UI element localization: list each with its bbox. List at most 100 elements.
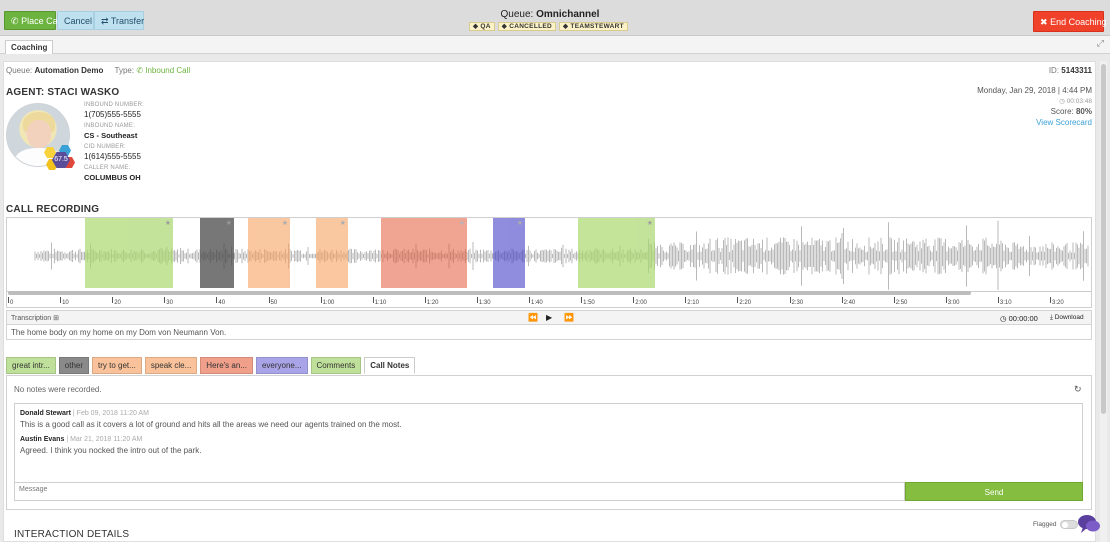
playback-time: ◷ 00:00:00 [1000, 314, 1038, 323]
place-call-button[interactable]: ✆ Place Call [4, 11, 62, 30]
call-meta: Queue: Automation Demo Type: ✆ Inbound C… [6, 66, 191, 75]
download-icon: ⤓ [1050, 314, 1053, 321]
tick-label: 1:50 [583, 300, 595, 306]
caller-name-label: CALLER NAME: [84, 165, 131, 171]
flagged-label: Flagged [1033, 521, 1057, 528]
tick-label: 1:20 [426, 300, 439, 306]
comment-text: Agreed. I think you nocked the intro out… [20, 446, 202, 455]
tick-label: 30 [166, 300, 173, 306]
inbound-name-value: CS - Southeast [84, 131, 138, 140]
play-icon[interactable]: ▶ [546, 313, 552, 322]
transcription-text: The home body on my home on my Dom von N… [6, 324, 1092, 340]
cid-number-label: CID NUMBER: [84, 144, 126, 150]
star-icon: ★ [458, 220, 465, 227]
cid-number-value: 1(614)555-5555 [84, 152, 141, 161]
tick-label: 0 [10, 300, 14, 306]
star-icon: ★ [646, 220, 653, 227]
tick-mark [8, 297, 9, 303]
rewind-icon[interactable]: ⏪ [528, 313, 538, 322]
call-recording-title: CALL RECORDING [6, 204, 100, 215]
tab-segment-1[interactable]: other [58, 357, 90, 374]
end-coaching-button[interactable]: ✖ End Coaching [1033, 11, 1107, 32]
tag-badge: ◆ QA [469, 22, 495, 31]
tick-mark [893, 297, 895, 303]
tick-label: 1:30 [478, 300, 491, 306]
forward-icon[interactable]: ⏩ [564, 313, 574, 322]
tag-icon: ◆ [501, 23, 508, 30]
playback-controls: Transcription ⊞ ⏪ ▶ ⏩ ◷ 00:00:00 ⤓ Downl… [6, 310, 1092, 325]
segment-3[interactable]: ★ [316, 218, 348, 288]
comment-author: Donald Stewart | Feb 09, 2018 11:20 AM [20, 410, 149, 417]
tab-comments[interactable]: Comments [310, 357, 362, 374]
flagged-toggle[interactable] [1060, 520, 1078, 529]
tick-label: 2:20 [739, 300, 752, 306]
segment-1[interactable]: ★ [200, 218, 234, 288]
tick-label: 2:10 [687, 300, 699, 306]
agent-title: AGENT: STACI WASKO [6, 87, 120, 98]
tab-segment-5[interactable]: everyone... [255, 357, 308, 374]
segment-5[interactable]: ★ [493, 218, 525, 288]
download-button[interactable]: ⤓ Download [1050, 314, 1084, 322]
cancel-button[interactable]: Cancel [57, 11, 94, 30]
call-datetime: Monday, Jan 29, 2018 | 4:44 PM [977, 86, 1092, 95]
message-input[interactable]: Message [14, 482, 905, 501]
send-button[interactable]: Send [905, 482, 1083, 501]
inbound-name-label: INBOUND NAME: [84, 123, 135, 129]
star-icon: ★ [225, 220, 232, 227]
tick-mark [164, 297, 166, 303]
tick-mark [945, 297, 947, 303]
tick-mark [737, 297, 739, 303]
tab-segment-4[interactable]: Here's an... [200, 357, 253, 374]
seek-bar[interactable] [8, 291, 971, 295]
tick-mark [685, 297, 687, 303]
tick-label: 40 [218, 300, 226, 306]
tick-mark [581, 297, 583, 303]
tab-call-notes[interactable]: Call Notes [364, 357, 416, 374]
tick-mark [529, 297, 530, 303]
tick-mark [60, 297, 62, 303]
refresh-icon[interactable]: ↻ [1074, 384, 1082, 395]
tick-label: 2:40 [843, 300, 856, 306]
tag-icon: ◆ [563, 23, 569, 30]
tab-segment-2[interactable]: try to get... [92, 357, 142, 374]
queue-tags: ◆ QA ◆ CANCELLED ◆ TEAMSTEWART [469, 22, 628, 31]
tab-segment-0[interactable]: great intr... [6, 357, 56, 374]
tab-coaching[interactable]: Coaching [5, 40, 54, 54]
tick-label: 2:50 [895, 300, 908, 306]
tick-mark [216, 297, 218, 303]
star-icon: ★ [339, 220, 346, 227]
tab-segment-3[interactable]: speak cle... [144, 357, 198, 374]
segment-2[interactable]: ★ [248, 218, 290, 288]
tick-mark [320, 297, 322, 303]
tick-mark [633, 297, 635, 303]
inbound-number-label: INBOUND NUMBER: [84, 102, 145, 108]
transfer-button[interactable]: ⇄ Transfer [94, 11, 144, 30]
segment-0[interactable]: ★ [85, 218, 173, 288]
tick-mark [112, 297, 114, 303]
tick-label: 3:00 [947, 300, 960, 306]
no-notes-message: No notes were recorded. [14, 385, 102, 394]
expand-icon[interactable]: ⤢ [1097, 38, 1104, 49]
tick-label: 20 [114, 300, 121, 306]
tab-strip [0, 36, 1110, 54]
comments-box [14, 403, 1083, 483]
tag-badge: ◆ CANCELLED [497, 22, 556, 31]
call-score: Score: 80% [1050, 107, 1092, 116]
star-icon: ★ [516, 220, 523, 227]
comment-author: Austin Evans | Mar 21, 2018 11:20 AM [20, 436, 143, 443]
segment-4[interactable]: ★ [381, 218, 467, 288]
call-id: ID: 5143311 [1048, 66, 1092, 75]
star-icon: ★ [281, 220, 288, 227]
tick-mark [268, 297, 270, 303]
segment-6[interactable]: ★ [578, 218, 655, 288]
scrollbar-thumb[interactable] [1101, 64, 1106, 414]
view-scorecard-link[interactable]: View Scorecard [1036, 118, 1092, 127]
tick-label: 1:10 [374, 300, 387, 306]
inbound-number-value: 1(705)555-5555 [84, 110, 141, 119]
interaction-details-title: INTERACTION DETAILS [14, 529, 130, 540]
transfer-icon: ⇄ [101, 16, 109, 26]
transcription-label[interactable]: Transcription ⊞ [11, 314, 59, 322]
tick-label: 2:30 [791, 300, 804, 306]
chat-icon[interactable] [1077, 514, 1101, 534]
phone-icon: ✆ [11, 16, 19, 26]
